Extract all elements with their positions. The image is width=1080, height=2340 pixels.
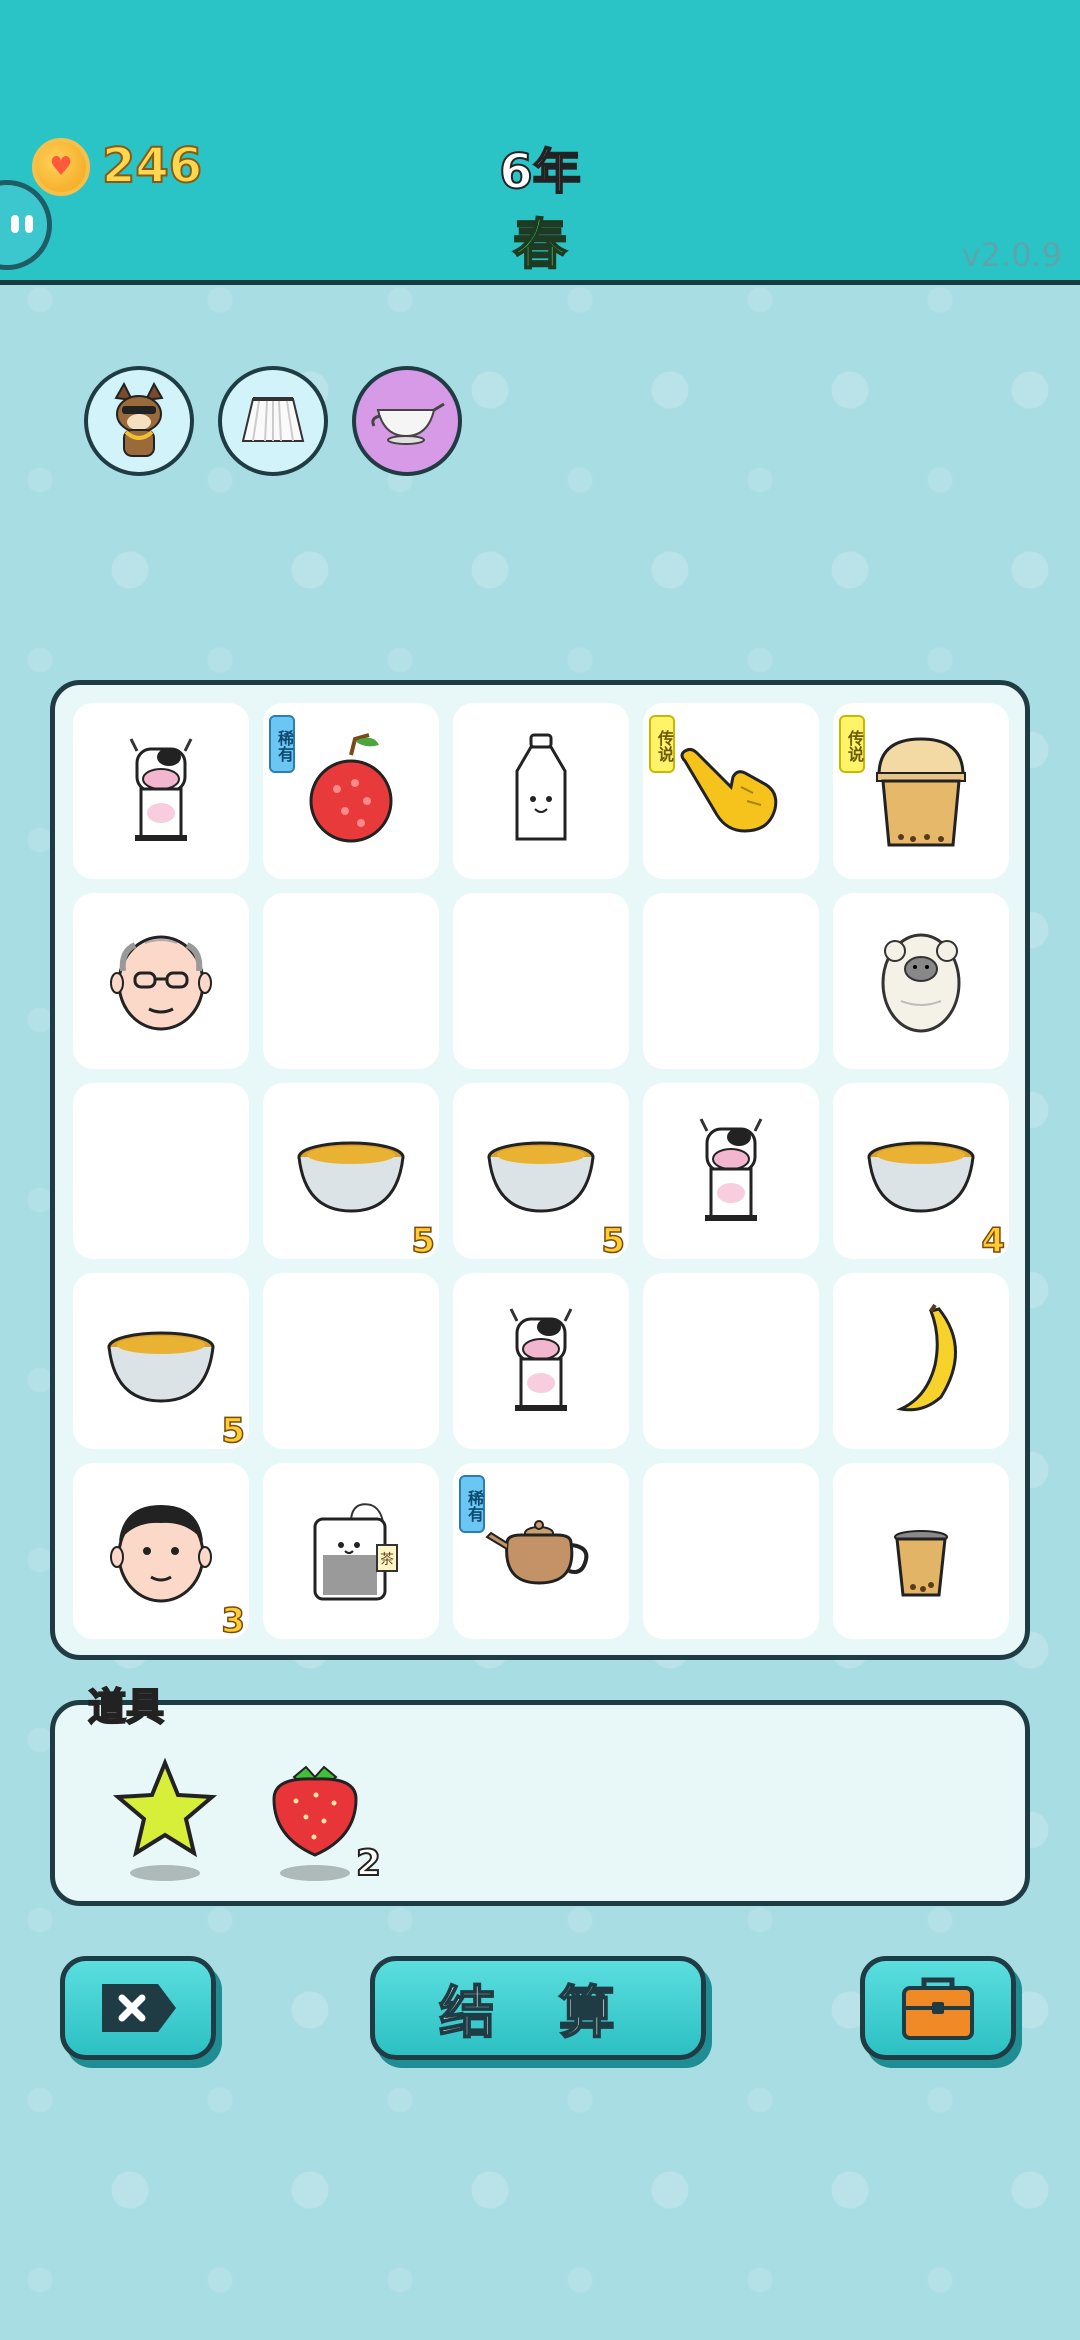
board-cell[interactable]: 稀有	[263, 703, 439, 879]
teapot-icon	[485, 1520, 589, 1585]
milk-bottle-icon	[515, 733, 567, 841]
board-cell-empty[interactable]	[263, 1273, 439, 1449]
star-icon	[112, 1757, 218, 1858]
board-cell[interactable]	[453, 703, 629, 879]
cow-icon	[129, 738, 193, 841]
small-bubble-tea-icon	[894, 1530, 948, 1597]
tea-bowl-icon	[487, 1141, 595, 1213]
cow-icon	[509, 1308, 573, 1411]
pointing-hand-icon	[680, 747, 778, 833]
board-cell-empty[interactable]	[73, 1083, 249, 1259]
item-slot[interactable]	[110, 1755, 220, 1885]
board-cell-empty[interactable]	[643, 1273, 819, 1449]
white-skirt-icon	[241, 397, 305, 442]
board-cell[interactable]: 4	[833, 1083, 1009, 1262]
board-cell-empty[interactable]	[643, 1463, 819, 1639]
board-cell[interactable]	[73, 893, 249, 1069]
stack-count: 3	[221, 1600, 246, 1642]
lychee-icon	[309, 733, 393, 843]
board-cell[interactable]	[833, 1273, 1009, 1449]
equipped-slot-1[interactable]	[84, 366, 194, 476]
cow-icon	[699, 1118, 763, 1221]
board-cell[interactable]: 稀有	[453, 1463, 629, 1639]
tea-bowl-icon	[867, 1141, 975, 1213]
tea-bowl-icon	[297, 1141, 405, 1213]
banana-icon	[896, 1303, 957, 1412]
game-board: 稀有 传说 传说 5 5 4 5 3 茶 稀有	[50, 680, 1030, 1660]
close-icon	[102, 1984, 176, 2032]
season-label: 春	[512, 212, 568, 277]
board-cell[interactable]: 茶	[263, 1463, 439, 1639]
item-slot[interactable]: 2	[260, 1755, 382, 1885]
board-cell-empty[interactable]	[453, 893, 629, 1069]
backpack-button[interactable]	[860, 1956, 1016, 2060]
tea-bag-icon: 茶	[313, 1503, 398, 1601]
man-face-icon	[110, 1505, 212, 1603]
top-bar: ♥ 246 6年 春 v2.0.9	[0, 0, 1080, 285]
board-cell[interactable]: 5	[453, 1083, 629, 1262]
stack-count: 5	[221, 1410, 246, 1452]
sheep-icon	[881, 933, 961, 1033]
dog-with-sunglasses-icon	[114, 381, 164, 457]
board-cell[interactable]	[73, 703, 249, 879]
coin-icon: ♥	[32, 138, 90, 196]
tea-bowl-icon	[107, 1331, 215, 1403]
version-label: v2.0.9	[961, 236, 1062, 274]
settle-button[interactable]: 结 算	[370, 1956, 706, 2060]
year-label: 6年	[498, 143, 581, 201]
board-cell[interactable]	[643, 1083, 819, 1259]
item-shadow	[280, 1865, 350, 1881]
gravy-boat-icon	[371, 402, 445, 445]
board-cell[interactable]: 3	[73, 1463, 249, 1642]
items-panel: 2	[50, 1700, 1030, 1906]
tea-bag-label: 茶	[380, 1552, 394, 1568]
board-cell[interactable]	[833, 1463, 1009, 1639]
old-man-face-icon	[110, 935, 212, 1031]
board-cell[interactable]: 传说	[643, 703, 819, 879]
board-cell[interactable]	[833, 893, 1009, 1069]
item-shadow	[130, 1865, 200, 1881]
stack-count: 5	[411, 1220, 436, 1262]
equipped-slot-3[interactable]	[352, 366, 462, 476]
board-cell[interactable]: 5	[73, 1273, 249, 1452]
items-label: 道具	[87, 1684, 165, 1730]
item-count: 2	[355, 1842, 382, 1885]
board-cell-empty[interactable]	[263, 893, 439, 1069]
stack-count: 5	[601, 1220, 626, 1262]
strawberry-icon	[272, 1765, 358, 1857]
close-button[interactable]	[60, 1956, 216, 2060]
equipped-slot-2[interactable]	[218, 366, 328, 476]
board-cell[interactable]	[453, 1273, 629, 1449]
briefcase-icon	[902, 1977, 974, 2040]
coin-count: 246	[101, 137, 203, 195]
board-cell-empty[interactable]	[643, 893, 819, 1069]
settle-button-label: 结 算	[438, 1980, 637, 2047]
board-cell[interactable]: 传说	[833, 703, 1009, 879]
stack-count: 4	[981, 1220, 1006, 1262]
bubble-tea-cup-icon	[876, 737, 966, 847]
board-cell[interactable]: 5	[263, 1083, 439, 1262]
